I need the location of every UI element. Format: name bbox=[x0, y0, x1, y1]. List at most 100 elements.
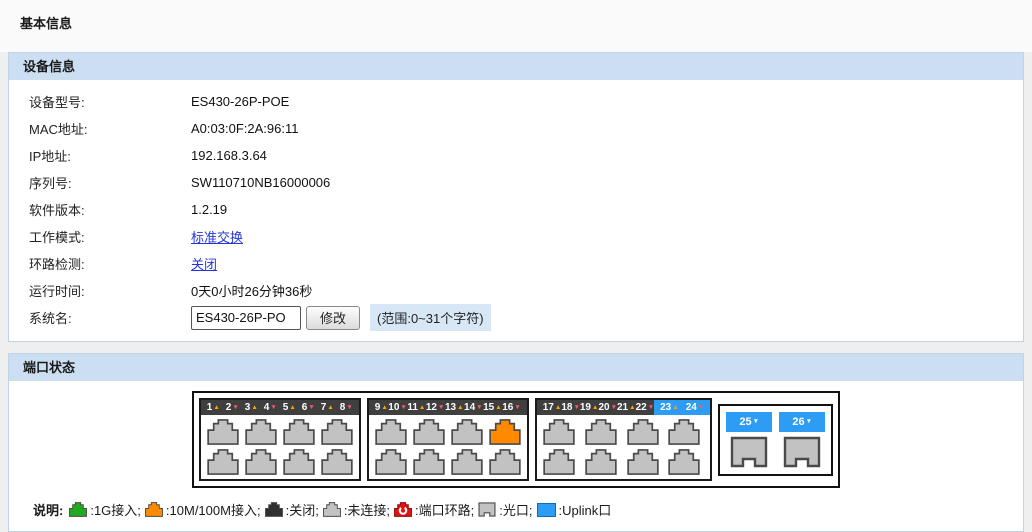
info-label: 运行时间: bbox=[29, 281, 191, 300]
legend-item: :1G接入; bbox=[69, 500, 141, 519]
port-2-icon[interactable] bbox=[207, 449, 239, 475]
info-row: MAC地址:A0:03:0F:2A:96:11 bbox=[9, 115, 1023, 142]
info-value-link[interactable]: 关闭 bbox=[191, 254, 217, 273]
port-24-icon[interactable] bbox=[668, 449, 704, 475]
down-triangle-icon: ▼ bbox=[400, 400, 406, 415]
port-8-icon[interactable] bbox=[321, 449, 353, 475]
port-label-8: 8▼ bbox=[340, 400, 353, 415]
info-label: 序列号: bbox=[29, 173, 191, 192]
page-title: 基本信息 bbox=[0, 0, 1032, 32]
down-triangle-icon: ▼ bbox=[232, 400, 238, 415]
info-row: 软件版本:1.2.19 bbox=[9, 196, 1023, 223]
port-group-9-16: 9▲10▼11▲12▼13▲14▼15▲16▼ bbox=[367, 398, 529, 481]
port-1-icon[interactable] bbox=[207, 419, 239, 445]
port-label-25: 25▼ bbox=[726, 412, 772, 432]
port-label-16: 16▼ bbox=[502, 400, 521, 415]
port-23-icon[interactable] bbox=[668, 419, 704, 445]
top-strip: 基本信息 bbox=[0, 0, 1032, 52]
port-21-icon[interactable] bbox=[627, 419, 663, 445]
port-grid bbox=[201, 415, 359, 479]
system-name-row: 系统名: 修改 (范围:0~31个字符) bbox=[9, 304, 1023, 331]
port-label-23: 23▲ bbox=[660, 400, 679, 415]
port-label-5: 5▲ bbox=[283, 400, 296, 415]
port-label-6: 6▼ bbox=[302, 400, 315, 415]
port-label-12: 12▼ bbox=[426, 400, 445, 415]
info-value: ES430-26P-POE bbox=[191, 94, 289, 109]
port-16-icon[interactable] bbox=[489, 449, 521, 475]
port-11-icon[interactable] bbox=[413, 419, 445, 445]
port-4-icon[interactable] bbox=[245, 449, 277, 475]
info-row: 工作模式:标准交换 bbox=[9, 223, 1023, 250]
port-10-icon[interactable] bbox=[375, 449, 407, 475]
info-value: 0天0小时26分钟36秒 bbox=[191, 281, 312, 300]
port-label-15: 15▲ bbox=[483, 400, 502, 415]
port-7-icon[interactable] bbox=[321, 419, 353, 445]
down-triangle-icon: ▼ bbox=[806, 418, 812, 425]
down-triangle-icon: ▼ bbox=[753, 418, 759, 425]
down-triangle-icon: ▼ bbox=[698, 400, 704, 415]
port-status-panel: 端口状态 1▲2▼3▲4▼5▲6▼7▲8▼ 9▲10▼11▲12▼13▲14▼1… bbox=[8, 353, 1024, 532]
info-row: IP地址:192.168.3.64 bbox=[9, 142, 1023, 169]
port-3-icon[interactable] bbox=[245, 419, 277, 445]
loop-icon bbox=[394, 502, 412, 517]
port-frame: 1▲2▼3▲4▼5▲6▼7▲8▼ 9▲10▼11▲12▼13▲14▼15▲16▼… bbox=[192, 391, 841, 488]
port-group-17-24: 17▲18▼19▲20▼21▲22▼23▲24▼ bbox=[535, 398, 713, 481]
system-name-label: 系统名: bbox=[29, 308, 191, 327]
port-9-icon[interactable] bbox=[375, 419, 407, 445]
up-triangle-icon: ▲ bbox=[327, 400, 333, 415]
legend-text: :10M/100M接入; bbox=[166, 500, 261, 519]
info-label: 软件版本: bbox=[29, 200, 191, 219]
legend-item: :光口; bbox=[478, 500, 532, 519]
port-status-header: 端口状态 bbox=[8, 353, 1024, 381]
info-label: 环路检测: bbox=[29, 254, 191, 273]
info-value: 192.168.3.64 bbox=[191, 148, 267, 163]
up-triangle-icon: ▲ bbox=[672, 400, 678, 415]
port-group-header: 9▲10▼11▲12▼13▲14▼15▲16▼ bbox=[369, 400, 527, 415]
port-label-14: 14▼ bbox=[464, 400, 483, 415]
port-20-icon[interactable] bbox=[585, 449, 621, 475]
legend-text: :端口环路; bbox=[415, 500, 474, 519]
info-value-link[interactable]: 标准交换 bbox=[191, 227, 243, 246]
sfp-port-26: 26▼ bbox=[779, 412, 825, 468]
port-25-icon[interactable] bbox=[728, 436, 770, 468]
up-triangle-icon: ▲ bbox=[419, 400, 425, 415]
legend-title: 说明: bbox=[33, 500, 63, 519]
down-triangle-icon: ▼ bbox=[438, 400, 444, 415]
port-label-21: 21▲ bbox=[617, 400, 636, 415]
info-label: IP地址: bbox=[29, 146, 191, 165]
port-22-icon[interactable] bbox=[627, 449, 663, 475]
uplink-icon bbox=[537, 503, 556, 517]
legend-text: :Uplink口 bbox=[559, 500, 612, 519]
port-26-icon[interactable] bbox=[781, 436, 823, 468]
rj45-orange-icon bbox=[145, 502, 163, 517]
down-triangle-icon: ▼ bbox=[514, 400, 520, 415]
port-14-icon[interactable] bbox=[451, 449, 483, 475]
port-label-17: 17▲ bbox=[543, 400, 562, 415]
down-triangle-icon: ▼ bbox=[476, 400, 482, 415]
info-value: SW110710NB16000006 bbox=[191, 175, 330, 190]
info-row: 序列号:SW110710NB16000006 bbox=[9, 169, 1023, 196]
port-label-22: 22▼ bbox=[636, 400, 655, 415]
port-17-icon[interactable] bbox=[543, 419, 579, 445]
port-12-icon[interactable] bbox=[413, 449, 445, 475]
up-triangle-icon: ▲ bbox=[251, 400, 257, 415]
port-18-icon[interactable] bbox=[543, 449, 579, 475]
uplink-header-highlight: 23▲24▼ bbox=[654, 400, 710, 415]
up-triangle-icon: ▲ bbox=[289, 400, 295, 415]
rj45-black-icon bbox=[265, 502, 283, 517]
port-15-icon[interactable] bbox=[489, 419, 521, 445]
port-label-11: 11▲ bbox=[407, 400, 425, 415]
modify-button[interactable]: 修改 bbox=[306, 306, 360, 330]
legend-item: :关闭; bbox=[265, 500, 319, 519]
port-13-icon[interactable] bbox=[451, 419, 483, 445]
port-5-icon[interactable] bbox=[283, 419, 315, 445]
port-6-icon[interactable] bbox=[283, 449, 315, 475]
legend-text: :关闭; bbox=[286, 500, 319, 519]
info-row: 运行时间:0天0小时26分钟36秒 bbox=[9, 277, 1023, 304]
sfp-port-box: 25▼ 26▼ bbox=[718, 404, 833, 476]
legend-text: :未连接; bbox=[344, 500, 390, 519]
port-19-icon[interactable] bbox=[585, 419, 621, 445]
port-label-26: 26▼ bbox=[779, 412, 825, 432]
legend-item: :端口环路; bbox=[394, 500, 474, 519]
system-name-input[interactable] bbox=[191, 306, 301, 330]
